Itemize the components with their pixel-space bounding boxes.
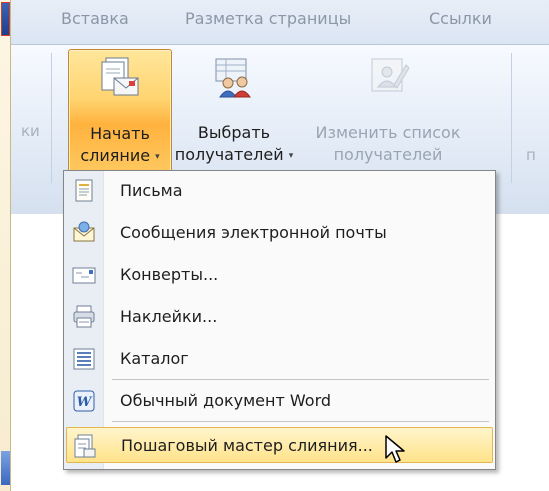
chevron-down-icon: ▾ xyxy=(288,151,294,161)
word-document-icon: W xyxy=(73,390,95,412)
menu-item-directory[interactable]: Каталог xyxy=(66,341,493,377)
menu-item-email-messages[interactable]: Сообщения электронной почты xyxy=(66,215,493,251)
previous-group-partial-label: ки xyxy=(21,122,40,140)
start-mail-merge-menu: Письма Сообщения электронной почты Конве… xyxy=(63,170,496,470)
chevron-down-icon: ▾ xyxy=(155,152,160,162)
start-mail-merge-label-1: Начать xyxy=(90,124,150,143)
menu-item-label: Письма xyxy=(120,181,183,200)
ribbon-tab-row: Вставка Разметка страницы Ссылки xyxy=(11,0,549,44)
edit-recipient-list-label-2: получателей xyxy=(333,145,443,164)
tab-insert[interactable]: Вставка xyxy=(61,9,129,28)
next-group-partial-label: п xyxy=(526,146,536,164)
window-left-edge xyxy=(0,0,11,491)
labels-icon xyxy=(73,305,95,328)
menu-item-label: Пошаговый мастер слияния... xyxy=(121,436,373,455)
menu-item-label: Обычный документ Word xyxy=(120,391,332,410)
mouse-pointer-icon xyxy=(385,435,405,463)
menu-item-label: Наклейки... xyxy=(120,307,218,326)
edit-recipient-list-icon xyxy=(371,58,410,92)
tab-references[interactable]: Ссылки xyxy=(429,9,492,28)
select-recipients-label-1: Выбрать xyxy=(197,123,271,142)
group-separator xyxy=(51,53,52,183)
letter-icon xyxy=(75,179,93,202)
menu-separator xyxy=(112,379,489,380)
menu-item-label: Сообщения электронной почты xyxy=(120,223,387,242)
document-edge-icon xyxy=(1,451,10,485)
svg-text:W: W xyxy=(77,395,93,410)
menu-item-label: Каталог xyxy=(120,349,189,368)
directory-icon xyxy=(73,348,95,370)
select-recipients-label-2: получателей ▾ xyxy=(174,145,294,164)
tab-page-layout[interactable]: Разметка страницы xyxy=(185,9,351,28)
edit-recipient-list-label-1: Изменить список xyxy=(315,123,461,142)
start-mail-merge-label-2: слияние ▾ xyxy=(80,146,160,165)
menu-item-labels[interactable]: Наклейки... xyxy=(66,299,493,335)
menu-item-normal-word-document[interactable]: W Обычный документ Word xyxy=(66,383,493,419)
mail-merge-start-icon xyxy=(101,57,139,96)
edit-recipient-list-button[interactable]: Изменить список получателей xyxy=(313,49,463,175)
email-message-icon xyxy=(73,221,95,242)
group-separator xyxy=(511,53,512,183)
menu-item-mail-merge-wizard[interactable]: Пошаговый мастер слияния... xyxy=(66,427,493,463)
menu-separator xyxy=(112,421,489,422)
start-mail-merge-button[interactable]: Начать слияние ▾ xyxy=(68,49,172,175)
menu-item-label: Конверты... xyxy=(120,265,219,284)
select-recipients-button[interactable]: Выбрать получателей ▾ xyxy=(174,49,294,175)
select-recipients-icon xyxy=(215,58,251,98)
menu-item-envelopes[interactable]: Конверты... xyxy=(66,257,493,293)
envelope-icon xyxy=(72,267,96,284)
menu-item-letters[interactable]: Письма xyxy=(66,173,493,209)
mail-merge-wizard-icon xyxy=(74,434,96,458)
quick-access-icon xyxy=(1,2,10,36)
